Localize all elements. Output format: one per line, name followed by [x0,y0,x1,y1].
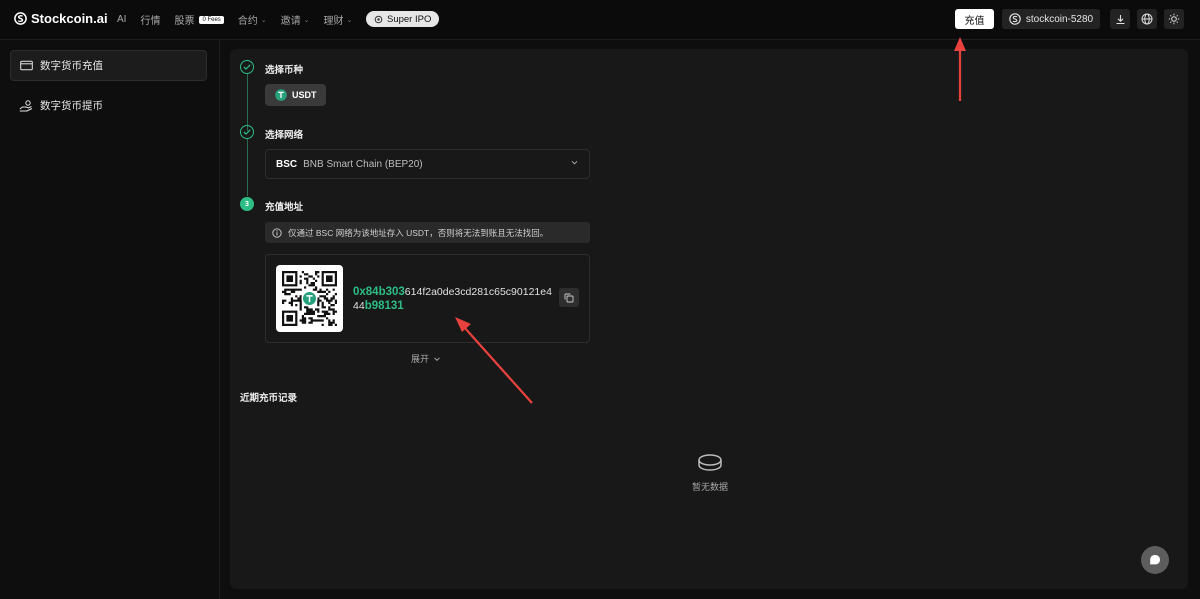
download-button[interactable] [1110,9,1130,29]
chevron-down-icon [434,356,440,361]
deposit-address-card: 0x84b303614f2a0de3cd281c65c90121e444b981… [265,254,590,343]
network-name: BNB Smart Chain (BEP20) [303,158,423,170]
sidebar-item-crypto-withdraw[interactable]: 数字货币提币 [10,90,207,121]
nav-item-finance[interactable]: 理财 ⌄ [324,12,353,27]
step-done-check-icon [240,60,254,74]
nav-item-contracts[interactable]: 合约 ⌄ [238,12,267,27]
chevron-down-icon [571,160,578,165]
nav-item-stocks[interactable]: 股票 0 Fees [174,12,224,27]
sidebar-item-crypto-deposit[interactable]: 数字货币充值 [10,50,207,81]
stockcoin-avatar-icon [1009,13,1021,25]
empty-state: 暂无数据 [685,453,735,493]
deposit-panel: 选择币种 USDT 选择网络 BSC BNB Smart Chain (BEP2… [230,49,1188,589]
sidebar-item-label: 数字货币充值 [40,60,103,72]
nav-item-ai[interactable]: AI [117,14,126,25]
step-connector [247,74,248,131]
super-ipo-label: Super IPO [387,13,432,25]
qr-code [276,265,343,332]
nav-label: 合约 [237,16,258,27]
sparkle-icon [374,15,383,23]
account-name: stockcoin-5280 [1025,13,1094,25]
chevron-down-icon: ⌄ [346,16,353,24]
account-button[interactable]: stockcoin-5280 [1002,9,1100,29]
chevron-down-icon: ⌄ [260,16,267,24]
nav-item-invite[interactable]: 邀请 ⌄ [281,12,310,27]
nav-item-market[interactable]: 行情 [140,12,160,27]
copy-icon [564,293,574,302]
address-start: 0x84b303 [353,286,405,298]
step-title-deposit-address: 充值地址 [265,202,304,213]
network-warning-notice: 仅通过 BSC 网络为该地址存入 USDT，否则将无法到账且无法找回。 [265,222,590,243]
sidebar: 数字货币充值 数字货币提币 [0,40,220,599]
deposit-address[interactable]: 0x84b303614f2a0de3cd281c65c90121e444b981… [353,285,553,313]
expand-label: 展开 [411,354,430,364]
step-title-select-coin: 选择币种 [265,65,304,76]
language-button[interactable] [1137,9,1157,29]
chat-support-button[interactable] [1141,546,1169,574]
chat-bubble-icon [1150,555,1160,565]
logo-text: Stockcoin.ai [31,11,108,26]
step-number-badge: 3 [240,197,254,211]
network-code: BSC [276,158,298,170]
recharge-button[interactable]: 充值 [955,9,994,29]
tether-icon [275,89,287,101]
logo[interactable]: Stockcoin.ai [14,11,108,26]
theme-toggle-button[interactable] [1164,9,1184,29]
sun-icon [1168,13,1180,25]
recent-deposits-title: 近期充币记录 [240,393,298,404]
network-select[interactable]: BSC BNB Smart Chain (BEP20) [265,149,590,179]
info-icon [272,227,282,238]
nav-label: 邀请 [280,16,301,27]
nav-label: AI [117,14,127,25]
coin-selector[interactable]: USDT [265,84,326,106]
nav-label: 理财 [323,16,344,27]
stockcoin-logo-icon [14,12,27,25]
nav-label: 行情 [140,16,161,27]
coin-label: USDT [292,90,317,100]
chevron-down-icon: ⌄ [303,16,310,24]
wallet-icon [20,60,33,71]
nav-label: 股票 [174,16,195,27]
coin-stack-icon [698,454,722,471]
sidebar-item-label: 数字货币提币 [40,100,103,112]
expand-toggle[interactable]: 展开 [411,352,441,365]
copy-address-button[interactable] [559,288,579,307]
step-title-select-network: 选择网络 [265,130,304,141]
hand-coin-icon [19,99,33,111]
step-done-check-icon [240,125,254,139]
empty-label: 暂无数据 [691,482,728,492]
download-icon [1116,14,1124,24]
super-ipo-button[interactable]: Super IPO [366,11,440,27]
top-header: Stockcoin.ai AI 行情 股票 0 Fees 合约 ⌄ 邀请 ⌄ 理财 ⌄ … [0,0,1200,40]
fees-badge: 0 Fees [199,15,224,24]
main-nav: AI 行情 股票 0 Fees 合约 ⌄ 邀请 ⌄ 理财 ⌄ [117,12,366,27]
step-connector [247,139,248,196]
notice-text: 仅通过 BSC 网络为该地址存入 USDT，否则将无法到账且无法找回。 [288,227,549,238]
globe-icon [1141,13,1153,25]
address-end: b98131 [364,300,404,312]
